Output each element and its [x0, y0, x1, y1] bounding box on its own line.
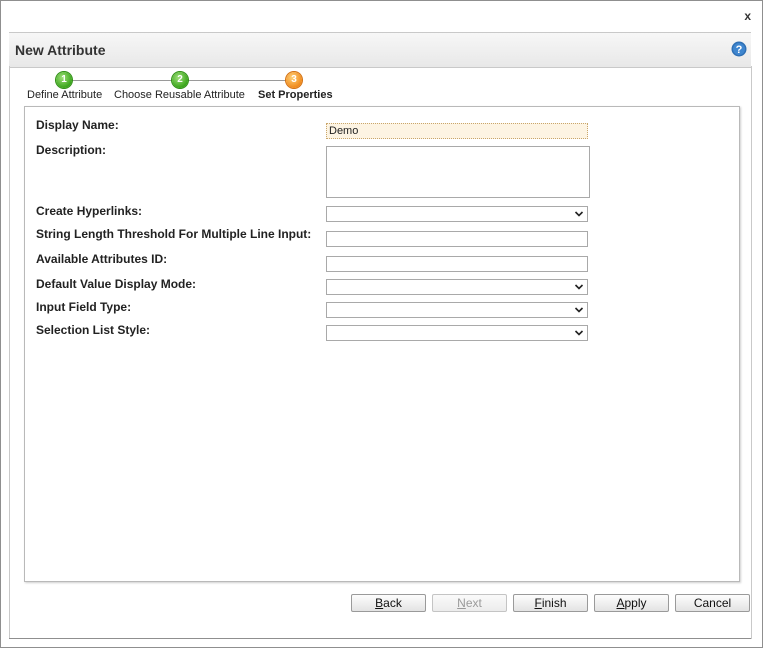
chevron-down-icon	[574, 284, 584, 290]
string-length-threshold-label: String Length Threshold For Multiple Lin…	[36, 227, 312, 241]
finish-button[interactable]: Finish	[513, 594, 588, 612]
description-label: Description:	[36, 143, 107, 157]
step-connector	[72, 80, 172, 81]
back-button[interactable]: Back	[351, 594, 426, 612]
step-connector	[188, 80, 288, 81]
finish-button-label: inish	[541, 596, 567, 610]
string-length-threshold-input[interactable]	[326, 231, 588, 247]
dialog-right-border	[751, 66, 752, 639]
apply-button-label: pply	[624, 596, 647, 610]
finish-button-mnemonic: F	[534, 596, 542, 610]
cancel-button[interactable]: Cancel	[675, 594, 750, 612]
apply-button[interactable]: Apply	[594, 594, 669, 612]
chevron-down-icon	[574, 307, 584, 313]
svg-text:?: ?	[736, 44, 743, 56]
help-icon[interactable]: ?	[731, 41, 747, 57]
step-1-icon: 1	[56, 72, 72, 88]
dialog-bottom-border	[9, 638, 751, 639]
input-field-type-select[interactable]	[326, 302, 588, 318]
properties-panel: Display Name: Demo Description: Create H…	[24, 106, 740, 582]
selection-list-style-select[interactable]	[326, 325, 588, 341]
description-textarea[interactable]	[326, 146, 590, 198]
dialog-title: New Attribute	[15, 42, 106, 58]
back-button-label: ack	[383, 596, 402, 610]
selection-list-style-label: Selection List Style:	[36, 323, 151, 337]
step-label-set-properties: Set Properties	[258, 89, 333, 101]
dialog-title-bar: New Attribute ?	[9, 32, 751, 68]
create-hyperlinks-select[interactable]	[326, 206, 588, 222]
display-name-label: Display Name:	[36, 118, 119, 132]
next-button-label: ext	[465, 596, 482, 610]
chevron-down-icon	[574, 330, 584, 336]
default-value-display-mode-label: Default Value Display Mode:	[36, 277, 197, 291]
close-icon[interactable]: x	[744, 9, 751, 23]
input-field-type-label: Input Field Type:	[36, 300, 132, 314]
step-2-icon: 2	[172, 72, 188, 88]
available-attributes-id-input[interactable]	[326, 256, 588, 272]
chevron-down-icon	[574, 211, 584, 217]
dialog-left-border	[9, 66, 10, 639]
default-value-display-mode-select[interactable]	[326, 279, 588, 295]
next-button[interactable]: Next	[432, 594, 507, 612]
step-label-define-attribute: Define Attribute	[27, 89, 103, 101]
apply-button-mnemonic: A	[616, 596, 625, 610]
back-button-mnemonic: B	[375, 596, 384, 610]
step-3-icon: 3	[286, 72, 302, 88]
create-hyperlinks-label: Create Hyperlinks:	[36, 204, 143, 218]
display-name-input[interactable]: Demo	[326, 123, 588, 139]
available-attributes-id-label: Available Attributes ID:	[36, 252, 168, 266]
step-label-choose-reusable-attribute: Choose Reusable Attribute	[114, 89, 245, 101]
next-button-mnemonic: N	[457, 596, 466, 610]
